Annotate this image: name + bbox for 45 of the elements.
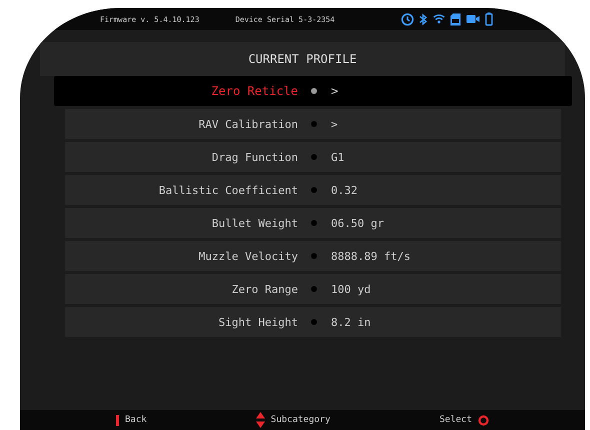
bullet-dot bbox=[311, 319, 317, 325]
select-label: Select bbox=[439, 415, 472, 425]
bullet-dot bbox=[311, 286, 317, 292]
timer-icon bbox=[400, 12, 414, 26]
row-value: 06.50 gr bbox=[331, 216, 384, 230]
bullet-dot bbox=[311, 253, 317, 259]
menu-row[interactable]: RAV Calibration > bbox=[65, 109, 561, 139]
bullet-dot bbox=[311, 154, 317, 160]
row-label: Sight Height bbox=[218, 316, 298, 328]
row-label: Bullet Weight bbox=[210, 216, 298, 230]
menu-row[interactable]: Muzzle Velocity 8888.89 ft/s bbox=[65, 241, 561, 271]
sd-card-icon bbox=[450, 12, 461, 26]
profile-title: CURRENT PROFILE bbox=[248, 52, 357, 66]
menu-row[interactable]: Drag Function G1 bbox=[65, 142, 561, 172]
row-value: 8.2 in bbox=[331, 316, 371, 328]
circle-icon bbox=[478, 414, 489, 426]
subcategory-label: Subcategory bbox=[270, 415, 330, 425]
row-label: Drag Function bbox=[210, 150, 298, 164]
video-camera-icon bbox=[466, 14, 480, 24]
battery-icon bbox=[484, 12, 493, 26]
bullet-dot bbox=[311, 121, 317, 127]
row-value: > bbox=[331, 84, 338, 98]
row-label: Ballistic Coefficient bbox=[158, 184, 298, 196]
up-down-arrows-icon bbox=[256, 412, 265, 428]
row-value: 8888.89 ft/s bbox=[331, 250, 410, 262]
bullet-dot bbox=[311, 220, 317, 226]
row-label: Muzzle Velocity bbox=[198, 250, 298, 262]
row-label: Zero Range bbox=[230, 282, 298, 296]
back-icon bbox=[116, 414, 119, 426]
bullet-dot bbox=[311, 187, 317, 193]
row-value: 0.32 bbox=[331, 184, 358, 196]
row-label: Zero Reticle bbox=[210, 84, 298, 98]
bluetooth-icon bbox=[418, 12, 428, 26]
row-value: 100 yd bbox=[331, 282, 371, 296]
wifi-icon bbox=[432, 14, 445, 24]
back-label: Back bbox=[125, 415, 147, 425]
row-value: > bbox=[331, 118, 338, 130]
menu-row[interactable]: Zero Reticle > bbox=[54, 76, 572, 106]
menu-row[interactable]: Zero Range 100 yd bbox=[65, 274, 561, 304]
bullet-dot bbox=[311, 88, 317, 94]
menu-row[interactable]: Ballistic Coefficient 0.32 bbox=[65, 175, 561, 205]
menu-row[interactable]: Bullet Weight 06.50 gr bbox=[65, 208, 561, 238]
row-value: G1 bbox=[331, 150, 344, 164]
menu-row[interactable]: Sight Height 8.2 in bbox=[65, 307, 561, 337]
row-label: RAV Calibration bbox=[198, 118, 298, 130]
